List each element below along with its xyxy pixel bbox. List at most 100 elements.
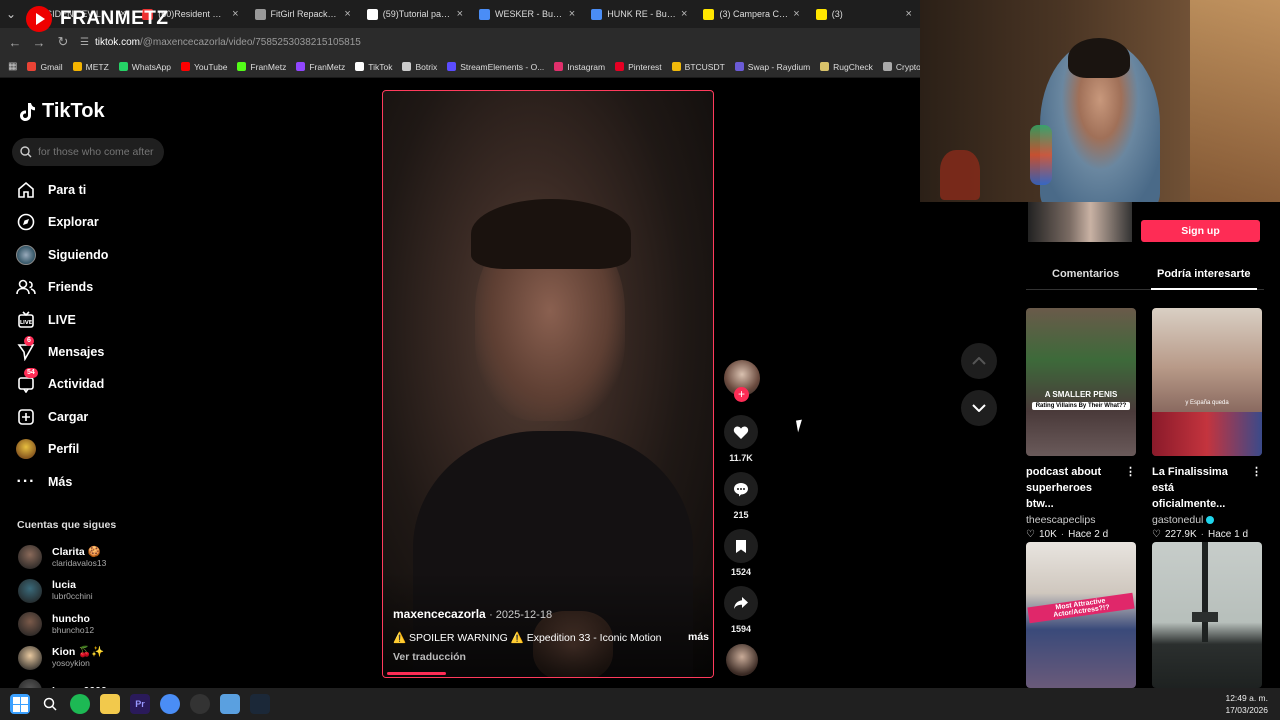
avatar[interactable] xyxy=(18,578,42,603)
avatar[interactable] xyxy=(18,612,42,636)
like-button[interactable] xyxy=(724,415,758,449)
windows-start-icon[interactable] xyxy=(10,694,30,714)
card-thumbnail[interactable]: Most Attractive Actor/Actress?!? xyxy=(1026,542,1136,688)
avatar[interactable] xyxy=(18,545,42,569)
obs-icon[interactable] xyxy=(190,694,210,714)
next-video-button[interactable] xyxy=(961,390,997,426)
sidebar-item-para-ti[interactable]: Para ti xyxy=(16,176,86,204)
previous-video-button[interactable] xyxy=(961,343,997,379)
card-more-icon[interactable]: ⋮ xyxy=(1251,464,1262,512)
recommended-card[interactable]: y España queda La Finalissima está ofici… xyxy=(1152,308,1262,540)
search-icon[interactable] xyxy=(40,694,60,714)
steam-icon[interactable] xyxy=(250,694,270,714)
sidebar-item-m-s[interactable]: ··· Más xyxy=(16,468,73,496)
bookmark-item[interactable]: BTCUSDT xyxy=(671,62,725,72)
tiktok-logo[interactable]: TikTok xyxy=(18,100,105,123)
close-tab-icon[interactable]: × xyxy=(569,8,575,20)
comment-button[interactable] xyxy=(724,472,758,506)
card-thumbnail[interactable]: y España queda xyxy=(1152,308,1262,456)
follow-plus-button[interactable]: + xyxy=(734,387,749,402)
browser-tab[interactable]: (3) × xyxy=(808,0,920,28)
recommended-card[interactable]: A SMALLER PENIS Rating Villains By Their… xyxy=(1026,308,1136,540)
chrome-icon[interactable] xyxy=(160,694,180,714)
sidebar-item-explorar[interactable]: Explorar xyxy=(16,208,99,236)
sidebar-item-live[interactable]: LIVE LIVE xyxy=(16,306,76,334)
recommended-card[interactable] xyxy=(1152,542,1262,688)
video-progress-bar[interactable] xyxy=(387,672,447,675)
bookmark-item[interactable]: Instagram xyxy=(554,62,605,72)
reload-icon[interactable]: ↻ xyxy=(56,34,70,50)
spotify-icon[interactable] xyxy=(70,694,90,714)
card-user[interactable]: gastonedul xyxy=(1152,514,1203,526)
translate-link[interactable]: Ver traducción xyxy=(393,651,466,663)
bookmark-item[interactable]: Pinterest xyxy=(615,62,662,72)
bookmark-item[interactable]: TikTok xyxy=(355,62,392,72)
save-button[interactable] xyxy=(724,529,758,563)
bookmark-item[interactable]: FranMetz xyxy=(237,62,286,72)
bookmark-item[interactable]: METZ xyxy=(72,62,109,72)
close-tab-icon[interactable]: × xyxy=(681,8,687,20)
url-field[interactable]: ☰ tiktok.com/@maxencecazorla/video/75852… xyxy=(80,37,361,48)
apps-grid-icon[interactable]: ▦ xyxy=(8,61,17,72)
followed-account[interactable]: huncho bhuncho12 xyxy=(18,612,94,636)
sidebar-item-mensajes[interactable]: 6 Mensajes xyxy=(16,336,104,366)
followed-account[interactable]: Kion 🍒✨ yosoykion xyxy=(18,645,104,670)
sidebar-item-cargar[interactable]: Cargar xyxy=(16,403,88,431)
sidebar-item-friends[interactable]: Friends xyxy=(16,273,93,301)
sidebar-item-perfil[interactable]: Perfil xyxy=(16,435,79,463)
like-action[interactable]: 11.7K xyxy=(724,415,758,463)
file-explorer-icon[interactable] xyxy=(100,694,120,714)
tab-comments[interactable]: Comentarios xyxy=(1052,268,1119,280)
sidebar-item-actividad[interactable]: 54 Actividad xyxy=(16,368,104,398)
bookmark-item[interactable]: RugCheck xyxy=(820,62,873,72)
card-title[interactable]: podcast about superheroes btw... xyxy=(1026,464,1122,512)
followed-account[interactable]: Clarita 🍪 claridavalos13 xyxy=(18,545,106,569)
browser-tab[interactable]: FitGirl Repacks - The × xyxy=(247,0,359,28)
share-action[interactable]: 1594 xyxy=(724,586,758,634)
bookmark-item[interactable]: WhatsApp xyxy=(118,62,171,72)
video-author[interactable]: maxencecazorla · 2025-12-18 xyxy=(393,607,552,621)
bookmark-item[interactable]: Gmail xyxy=(27,62,63,72)
close-tab-icon[interactable]: × xyxy=(793,8,799,20)
card-title[interactable]: La Finalissima está oficialmente... xyxy=(1152,464,1248,512)
music-disc-avatar[interactable] xyxy=(726,644,758,676)
paint-icon[interactable] xyxy=(220,694,240,714)
tab-list-icon[interactable]: ⌄ xyxy=(0,7,22,21)
sidebar-item-siguiendo[interactable]: Siguiendo xyxy=(16,241,108,269)
card-more-icon[interactable]: ⋮ xyxy=(1125,464,1136,512)
bookmark-item[interactable]: Crypto xyxy=(882,62,920,72)
card-user[interactable]: theescapeclips xyxy=(1026,514,1095,526)
search-input[interactable] xyxy=(38,146,160,158)
share-button[interactable] xyxy=(724,586,758,620)
bookmark-item[interactable]: Botrix xyxy=(402,62,437,72)
bookmark-item[interactable]: YouTube xyxy=(181,62,227,72)
close-tab-icon[interactable]: × xyxy=(232,8,238,20)
premiere-icon[interactable]: Pr xyxy=(130,694,150,714)
site-info-icon[interactable]: ☰ xyxy=(80,37,89,48)
forward-icon[interactable]: → xyxy=(32,35,46,50)
card-thumbnail[interactable]: A SMALLER PENIS Rating Villains By Their… xyxy=(1026,308,1136,456)
browser-tab[interactable]: (3) Campera Chaque × xyxy=(695,0,807,28)
save-action[interactable]: 1524 xyxy=(724,529,758,577)
signup-button[interactable]: Sign up xyxy=(1141,220,1260,242)
video-author-name[interactable]: maxencecazorla xyxy=(393,607,486,621)
close-tab-icon[interactable]: × xyxy=(344,8,350,20)
bookmark-item[interactable]: StreamElements - O... xyxy=(447,62,544,72)
comment-action[interactable]: 215 xyxy=(724,472,758,520)
close-tab-icon[interactable]: × xyxy=(457,8,463,20)
tab-recommended[interactable]: Podría interesarte xyxy=(1157,268,1251,280)
bookmark-item[interactable]: Swap - Raydium xyxy=(734,62,810,72)
bookmark-item[interactable]: FranMetz xyxy=(296,62,345,72)
close-tab-icon[interactable]: × xyxy=(906,8,912,20)
more-link[interactable]: más xyxy=(688,631,709,644)
card-thumbnail[interactable] xyxy=(1152,542,1262,688)
search-box[interactable] xyxy=(12,138,164,166)
browser-tab[interactable]: WESKER - Buscar con × xyxy=(471,0,583,28)
avatar[interactable] xyxy=(18,645,42,670)
browser-tab[interactable]: HUNK RE - Buscar con × xyxy=(583,0,695,28)
followed-account[interactable]: lucia lubr0cchini xyxy=(18,578,93,603)
taskbar-clock[interactable]: 12:49 a. m. 17/03/2026 xyxy=(1225,692,1268,716)
back-icon[interactable]: ← xyxy=(8,35,22,50)
browser-tab[interactable]: (59)Tutorial para insta × xyxy=(359,0,471,28)
video-player[interactable]: maxencecazorla · 2025-12-18 ⚠️ SPOILER W… xyxy=(382,90,714,678)
